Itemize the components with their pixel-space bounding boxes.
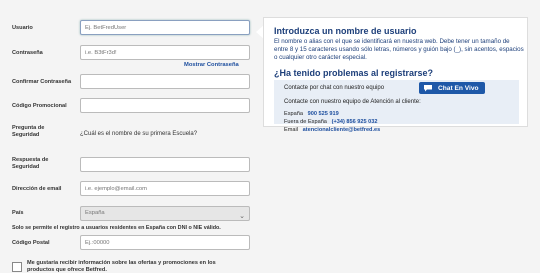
- espana-row: España 900 525 919: [284, 111, 339, 117]
- country-select[interactable]: España ⌄: [80, 206, 250, 221]
- offers-checkbox[interactable]: [12, 262, 22, 272]
- espana-phone[interactable]: 900 525 919: [308, 111, 339, 117]
- email-row: Dirección de email: [12, 181, 250, 198]
- chat-bubble-icon: [424, 85, 432, 92]
- problems-title: ¿Ha tenido problemas al registrarse?: [274, 68, 434, 78]
- country-label: País: [12, 210, 24, 216]
- promo-code-label: Código Promocional: [12, 103, 67, 109]
- panel-text: El nombre o alias con el que se identifi…: [274, 38, 524, 61]
- help-panel: Introduzca un nombre de usuario El nombr…: [263, 17, 528, 133]
- country-value: España: [85, 210, 105, 216]
- atencion-text: Contacte con nuestro equipo de Atención …: [284, 99, 421, 105]
- security-answer-row: Respuesta de Seguridad: [12, 155, 250, 175]
- security-question-label: Pregunta de Seguridad: [12, 125, 45, 138]
- postal-code-row: Código Postal: [12, 235, 250, 252]
- postal-code-label: Código Postal: [12, 240, 50, 246]
- support-email-link[interactable]: atencionalcliente@betfred.es: [303, 127, 381, 133]
- security-answer-label: Respuesta de Seguridad: [12, 157, 49, 170]
- live-chat-button[interactable]: Chat En Vivo: [419, 82, 485, 94]
- chat-text: Contacte por chat con nuestro equipo: [284, 85, 385, 91]
- security-question-row: Pregunta de Seguridad ¿Cuál es el nombre …: [12, 123, 242, 145]
- postal-code-input[interactable]: [80, 235, 250, 250]
- live-chat-label: Chat En Vivo: [438, 84, 479, 92]
- email-contact-row: Email atencionalcliente@betfred.es: [284, 127, 381, 133]
- security-answer-input[interactable]: [80, 157, 250, 172]
- username-row: Usuario: [12, 20, 250, 37]
- chevron-down-icon: ⌄: [239, 213, 245, 220]
- security-question-value[interactable]: ¿Cuál es el nombre de su primera Escuela…: [80, 131, 197, 137]
- password-row: Contraseña: [12, 45, 250, 62]
- email-input[interactable]: [80, 181, 250, 196]
- residents-note: Solo se permite el registro a usuarios r…: [12, 225, 221, 231]
- promo-code-input[interactable]: [80, 98, 250, 113]
- fuera-phone[interactable]: (+34) 856 925 032: [332, 119, 378, 125]
- panel-title: Introduzca un nombre de usuario: [274, 26, 417, 36]
- phone-list: España 900 525 919 Fuera de España (+34)…: [284, 110, 380, 134]
- registration-form: Usuario Contraseña Mostrar Contraseña Co…: [0, 0, 250, 273]
- username-input[interactable]: [80, 20, 250, 35]
- show-password-link[interactable]: Mostrar Contraseña: [184, 62, 239, 68]
- offers-label: Me gustaría recibir información sobre la…: [27, 260, 216, 273]
- fuera-row: Fuera de España (+34) 856 925 032: [284, 119, 378, 125]
- email-label: Dirección de email: [12, 186, 62, 192]
- confirm-password-label: Confirmar Contraseña: [12, 79, 72, 85]
- password-input[interactable]: [80, 45, 250, 60]
- promo-code-row: Código Promocional: [12, 98, 250, 115]
- confirm-password-row: Confirmar Contraseña: [12, 74, 250, 91]
- username-label: Usuario: [12, 25, 33, 31]
- confirm-password-input[interactable]: [80, 74, 250, 89]
- country-row: País España ⌄: [12, 206, 250, 223]
- password-label: Contraseña: [12, 50, 43, 56]
